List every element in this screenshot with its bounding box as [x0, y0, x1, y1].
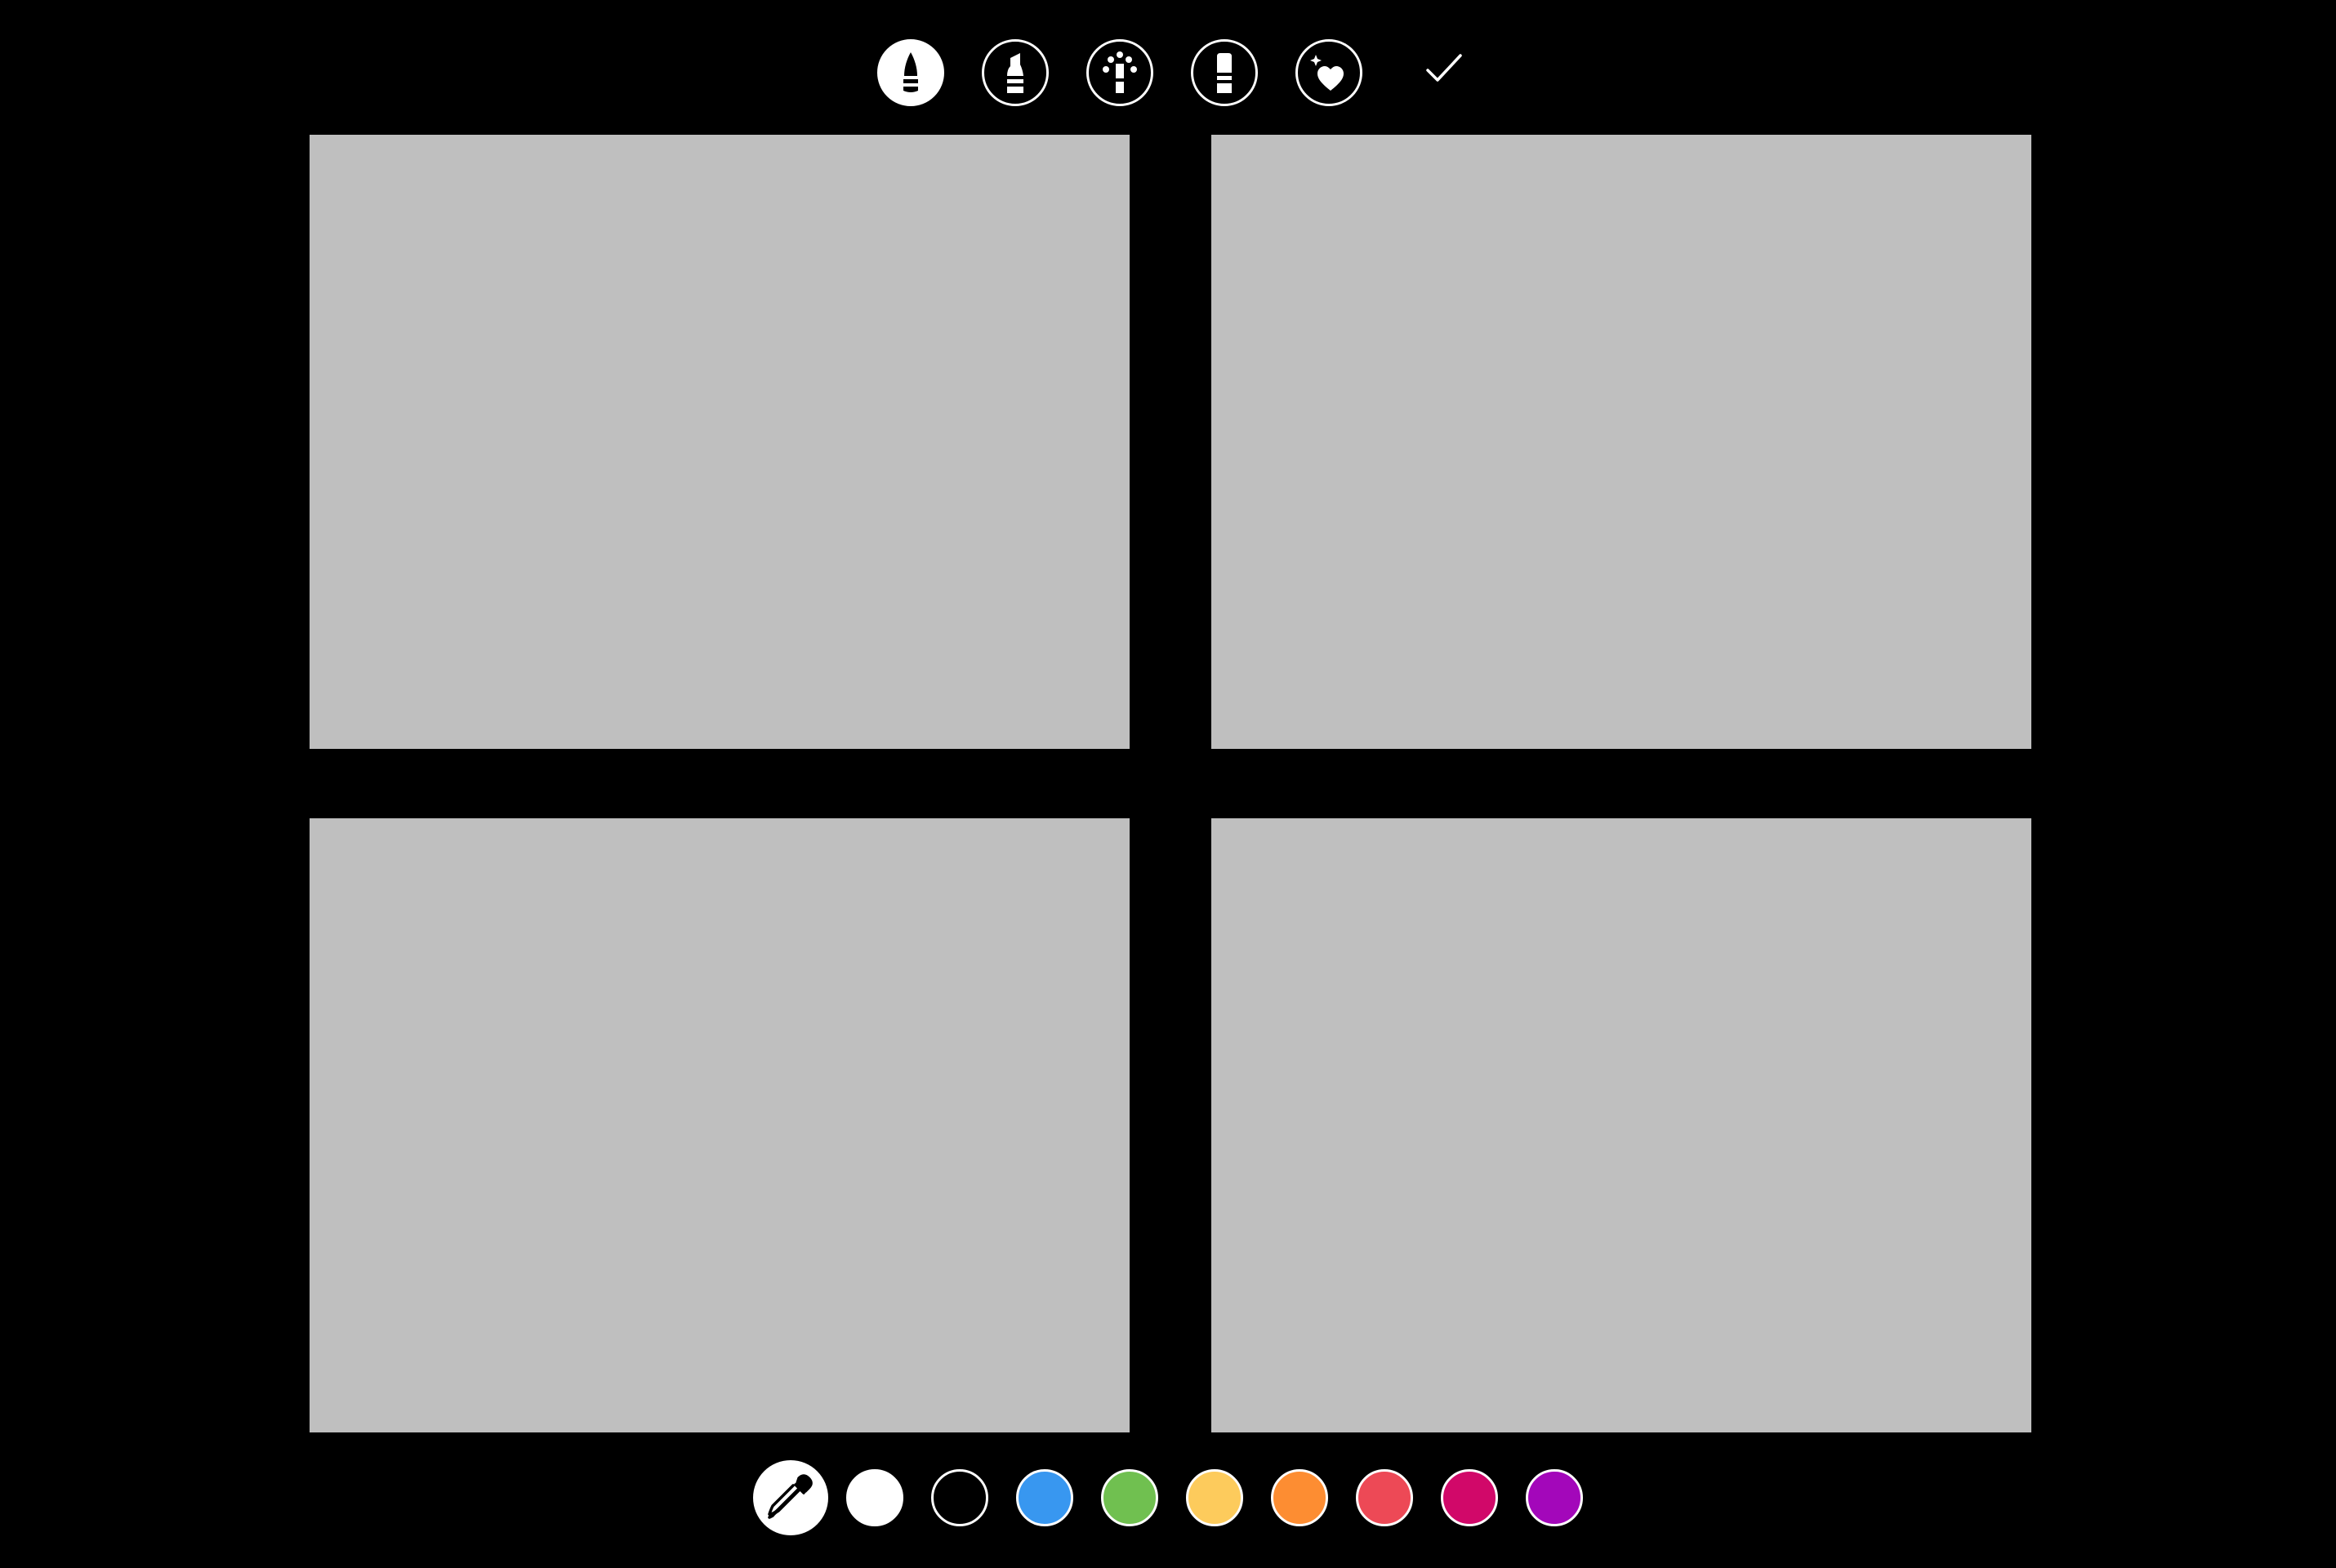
- story-draw-editor: [0, 0, 2336, 1568]
- color-swatch-red[interactable]: [1356, 1469, 1413, 1526]
- sticker-tool-button[interactable]: [1295, 39, 1362, 106]
- color-swatch-pink[interactable]: [1441, 1469, 1498, 1526]
- color-swatch-black[interactable]: [931, 1469, 988, 1526]
- color-swatch-blue[interactable]: [1016, 1469, 1073, 1526]
- eyedropper-button[interactable]: [753, 1460, 828, 1535]
- photo-panel-bottom-left[interactable]: [310, 818, 1130, 1432]
- checkmark-icon: [1426, 54, 1462, 82]
- photo-panel-top-right[interactable]: [1211, 135, 2031, 749]
- marker-tool-button[interactable]: [982, 39, 1049, 106]
- done-button[interactable]: [1420, 47, 1477, 96]
- brush-toolbar: [0, 0, 2336, 135]
- eraser-icon: [1217, 53, 1232, 93]
- color-swatch-white[interactable]: [846, 1469, 903, 1526]
- color-swatch-purple[interactable]: [1526, 1469, 1583, 1526]
- marker-icon: [1007, 53, 1023, 93]
- color-swatch-orange[interactable]: [1271, 1469, 1328, 1526]
- color-swatch-yellow[interactable]: [1186, 1469, 1243, 1526]
- pen-tool-button[interactable]: [877, 39, 944, 106]
- photo-panel-top-left[interactable]: [310, 135, 1130, 749]
- eraser-tool-button[interactable]: [1191, 39, 1258, 106]
- glow-tool-button[interactable]: [1086, 39, 1153, 106]
- color-swatch-green[interactable]: [1101, 1469, 1158, 1526]
- sparkle-heart-icon: [1310, 55, 1344, 91]
- pen-icon: [903, 52, 918, 92]
- glow-pen-icon: [1103, 51, 1137, 93]
- color-palette: [0, 1454, 2336, 1552]
- eyedropper-icon: [768, 1474, 813, 1519]
- photo-panel-bottom-right[interactable]: [1211, 818, 2031, 1432]
